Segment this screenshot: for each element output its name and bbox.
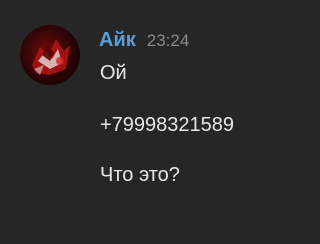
chat-message: Айк 23:24 Ой +79998321589 Что это? bbox=[0, 0, 320, 244]
avatar-image-icon bbox=[20, 25, 80, 85]
message-timestamp: 23:24 bbox=[146, 31, 190, 50]
author-name[interactable]: Айк bbox=[99, 29, 136, 52]
message-header: Айк 23:24 bbox=[99, 29, 189, 55]
message-line: +79998321589 bbox=[100, 114, 235, 136]
message-line: Что это? bbox=[100, 164, 180, 186]
message-line: Ой bbox=[100, 62, 127, 84]
avatar[interactable] bbox=[20, 25, 80, 85]
